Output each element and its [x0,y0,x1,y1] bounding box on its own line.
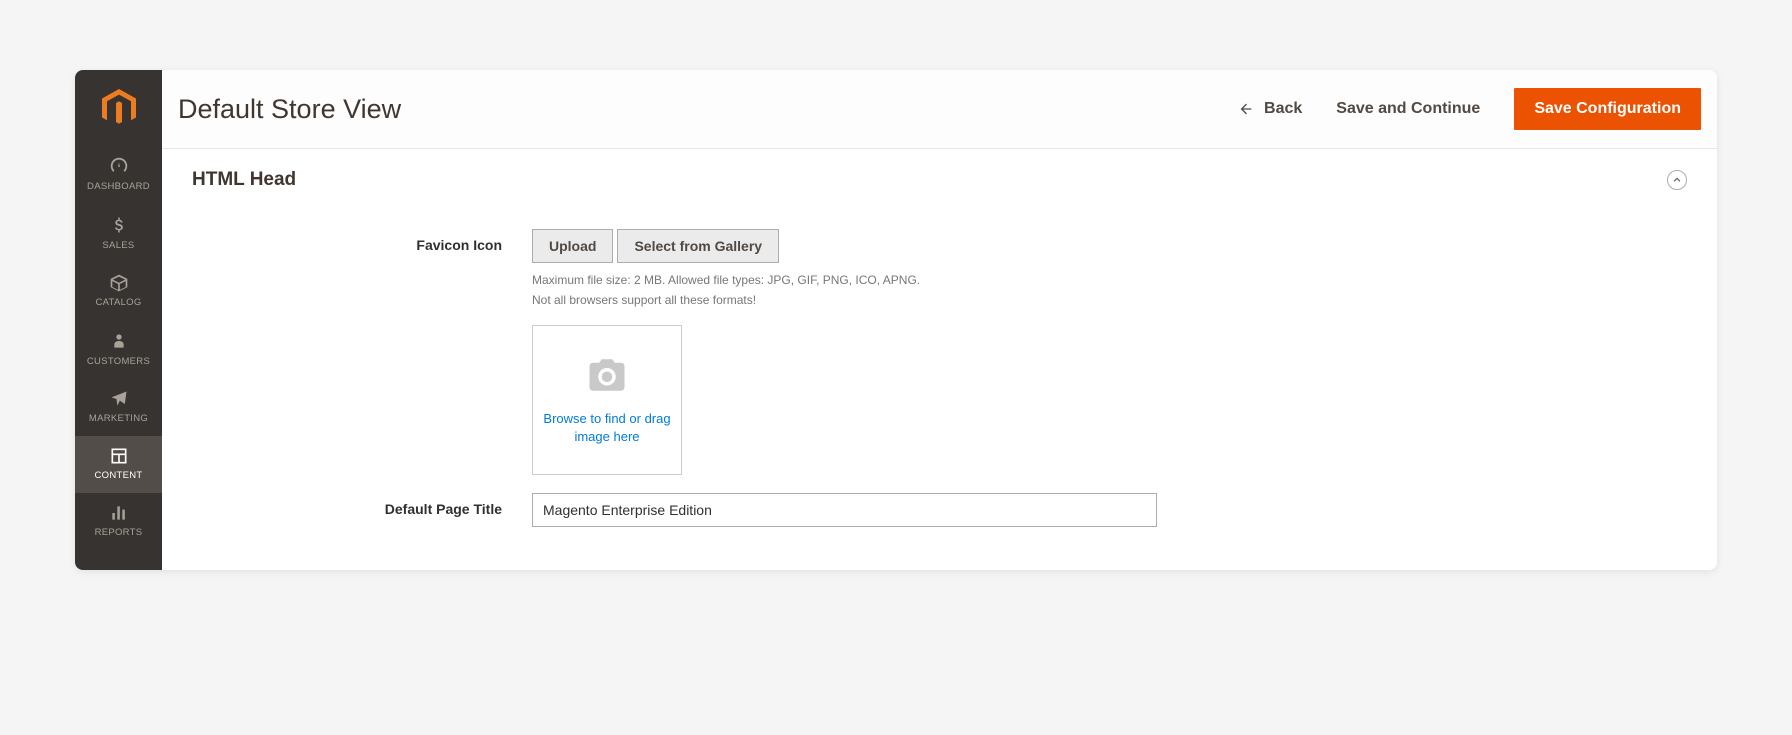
page-title-control [532,493,1157,527]
default-page-title-input[interactable] [532,493,1157,527]
sidebar-item-catalog[interactable]: CATALOG [75,263,162,320]
back-button[interactable]: Back [1238,100,1302,118]
save-configuration-button[interactable]: Save Configuration [1514,88,1701,130]
admin-sidebar: DASHBOARD SALES CATALOG CUSTOMERS MARKET… [75,70,162,570]
section-title: HTML Head [192,169,296,191]
sidebar-item-label: CATALOG [95,297,141,308]
section-header: HTML Head [162,149,1717,209]
customers-icon [111,330,127,352]
main-panel: Default Store View Back Save and Continu… [162,70,1717,570]
sidebar-item-marketing[interactable]: MARKETING [75,379,162,436]
catalog-icon [109,273,129,293]
favicon-hint-browsers: Not all browsers support all these forma… [532,293,1157,307]
sidebar-item-sales[interactable]: SALES [75,204,162,263]
upload-button[interactable]: Upload [532,229,613,263]
camera-icon [583,354,631,396]
sidebar-item-label: DASHBOARD [87,181,150,192]
sidebar-item-label: CUSTOMERS [87,356,150,367]
form-area: Favicon Icon Upload Select from Gallery … [162,209,1717,545]
favicon-row: Favicon Icon Upload Select from Gallery … [192,229,1687,475]
sidebar-item-label: REPORTS [95,527,143,538]
image-dropzone[interactable]: Browse to find or drag image here [532,325,682,475]
page-title: Default Store View [178,94,401,125]
sidebar-item-reports[interactable]: REPORTS [75,493,162,550]
favicon-hint-size: Maximum file size: 2 MB. Allowed file ty… [532,273,1157,287]
back-label: Back [1264,100,1302,118]
reports-icon [109,503,129,523]
arrow-left-icon [1238,101,1254,117]
select-gallery-button[interactable]: Select from Gallery [617,229,779,263]
dollar-icon [110,214,128,236]
page-title-row: Default Page Title [192,493,1687,527]
sidebar-item-content[interactable]: CONTENT [75,436,162,493]
dropzone-text: Browse to find or drag image here [533,410,681,445]
topbar-actions: Back Save and Continue Save Configuratio… [1238,88,1701,130]
sidebar-item-label: MARKETING [89,413,148,424]
app-frame: DASHBOARD SALES CATALOG CUSTOMERS MARKET… [75,70,1717,570]
sidebar-item-label: SALES [102,240,134,251]
favicon-label: Favicon Icon [192,229,532,475]
chevron-up-icon [1672,175,1682,185]
collapse-toggle[interactable] [1667,170,1687,190]
save-continue-button[interactable]: Save and Continue [1336,100,1480,118]
favicon-control: Upload Select from Gallery Maximum file … [532,229,1157,475]
magento-logo-icon [102,89,136,127]
topbar: Default Store View Back Save and Continu… [162,70,1717,149]
marketing-icon [109,389,129,409]
magento-logo[interactable] [75,70,162,145]
content-icon [109,446,129,466]
dashboard-icon [108,155,130,177]
favicon-buttons: Upload Select from Gallery [532,229,1157,263]
sidebar-item-label: CONTENT [94,470,142,481]
sidebar-item-customers[interactable]: CUSTOMERS [75,320,162,379]
page-title-label: Default Page Title [192,493,532,527]
sidebar-item-dashboard[interactable]: DASHBOARD [75,145,162,204]
